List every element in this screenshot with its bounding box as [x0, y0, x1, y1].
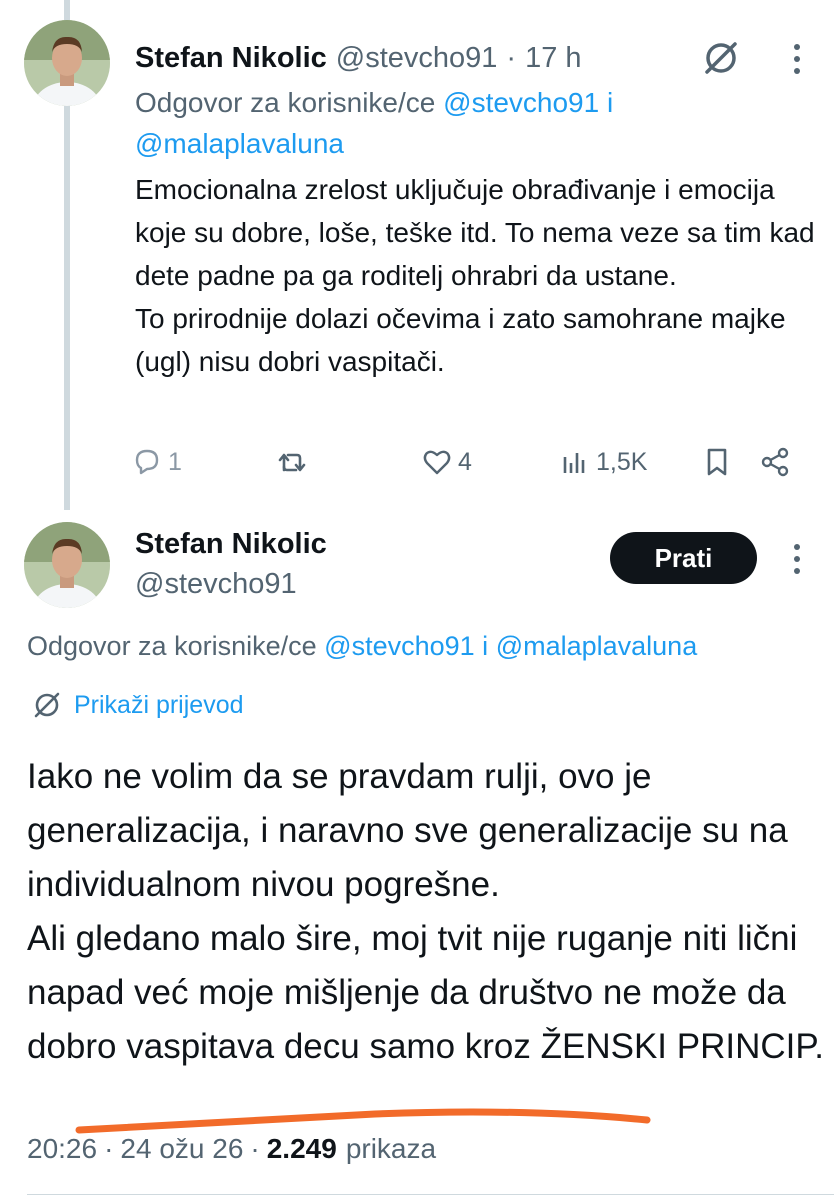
translate-label: Prikaži prijevod: [74, 690, 244, 719]
mention-conjunction: i: [482, 631, 489, 661]
heart-icon: [423, 450, 451, 475]
like-count: 4: [458, 447, 472, 476]
main-tweet-text: Iako ne volim da se pravdam rulji, ovo j…: [27, 750, 827, 1074]
reply-tweet-text: Emocionalna zrelost uključuje obrađivanj…: [135, 168, 815, 383]
mention-link[interactable]: @malaplavaluna: [135, 128, 344, 159]
tweet-paragraph: To prirodnije dolazi očevima i zato samo…: [135, 303, 786, 377]
avatar[interactable]: [24, 20, 110, 106]
share-icon: [761, 447, 789, 477]
bookmark-icon: [707, 448, 727, 476]
like-button[interactable]: 4: [420, 440, 472, 484]
tweet-paragraph: Iako ne volim da se pravdam rulji, ovo j…: [27, 757, 788, 904]
retweet-button[interactable]: [275, 440, 309, 484]
reply-context-prefix: Odgovor za korisnike/ce: [27, 631, 317, 661]
retweet-icon: [278, 453, 306, 472]
tweet-paragraph: Ali gledano malo šire, moj tvit nije rug…: [27, 919, 824, 1066]
mention-link[interactable]: @stevcho91: [443, 87, 599, 118]
author-handle[interactable]: @stevcho91: [336, 42, 498, 75]
reply-context: Odgovor za korisnike/ce @stevcho91 i @ma…: [135, 82, 775, 164]
reply-count: 1: [168, 447, 182, 476]
views-button[interactable]: 1,5K: [558, 440, 647, 484]
divider: [27, 1194, 834, 1195]
grok-icon: [34, 692, 60, 718]
author-handle[interactable]: @stevcho91: [135, 568, 297, 601]
grok-icon[interactable]: [699, 36, 743, 80]
reply-context: Odgovor za korisnike/ce @stevcho91 i @ma…: [27, 631, 697, 662]
separator: ·: [104, 1133, 114, 1164]
tweet-date[interactable]: 24 ožu 26: [120, 1133, 243, 1165]
follow-button[interactable]: Prati: [610, 532, 757, 584]
tweet-actions-bar: 1 4 1,5K: [130, 440, 820, 484]
reply-context-prefix: Odgovor za korisnike/ce: [135, 87, 436, 118]
view-count: 1,5K: [596, 447, 648, 476]
reply-author-row: Stefan Nikolic @stevcho91 · 17 h: [135, 38, 582, 78]
bookmark-button[interactable]: [700, 440, 734, 484]
mention-conjunction: i: [607, 87, 614, 118]
separator: ·: [506, 41, 517, 74]
views-label: prikaza: [345, 1133, 437, 1164]
share-button[interactable]: [758, 440, 792, 484]
reply-icon: [135, 449, 159, 475]
more-options-icon[interactable]: [786, 42, 808, 76]
tweet-time[interactable]: 20:26: [27, 1133, 97, 1165]
mention-link[interactable]: @stevcho91: [324, 631, 475, 661]
tweet-paragraph: Emocionalna zrelost uključuje obrađivanj…: [135, 174, 815, 291]
analytics-icon: [563, 453, 585, 473]
profile-photo: [24, 20, 110, 106]
author-name[interactable]: Stefan Nikolic: [135, 528, 327, 561]
reply-button[interactable]: 1: [130, 440, 182, 484]
separator: ·: [250, 1133, 260, 1164]
mention-link[interactable]: @malaplavaluna: [496, 631, 698, 661]
translate-link[interactable]: Prikaži prijevod: [30, 688, 244, 722]
more-options-icon[interactable]: [786, 542, 808, 576]
avatar[interactable]: [24, 522, 110, 608]
views-count[interactable]: 2.249: [267, 1133, 337, 1165]
profile-photo: [24, 522, 110, 608]
tweet-meta: 20:26 · 24 ožu 26 · 2.249 prikaza: [27, 1133, 436, 1165]
tweet-time[interactable]: 17 h: [525, 42, 581, 75]
author-name[interactable]: Stefan Nikolic: [135, 42, 327, 75]
